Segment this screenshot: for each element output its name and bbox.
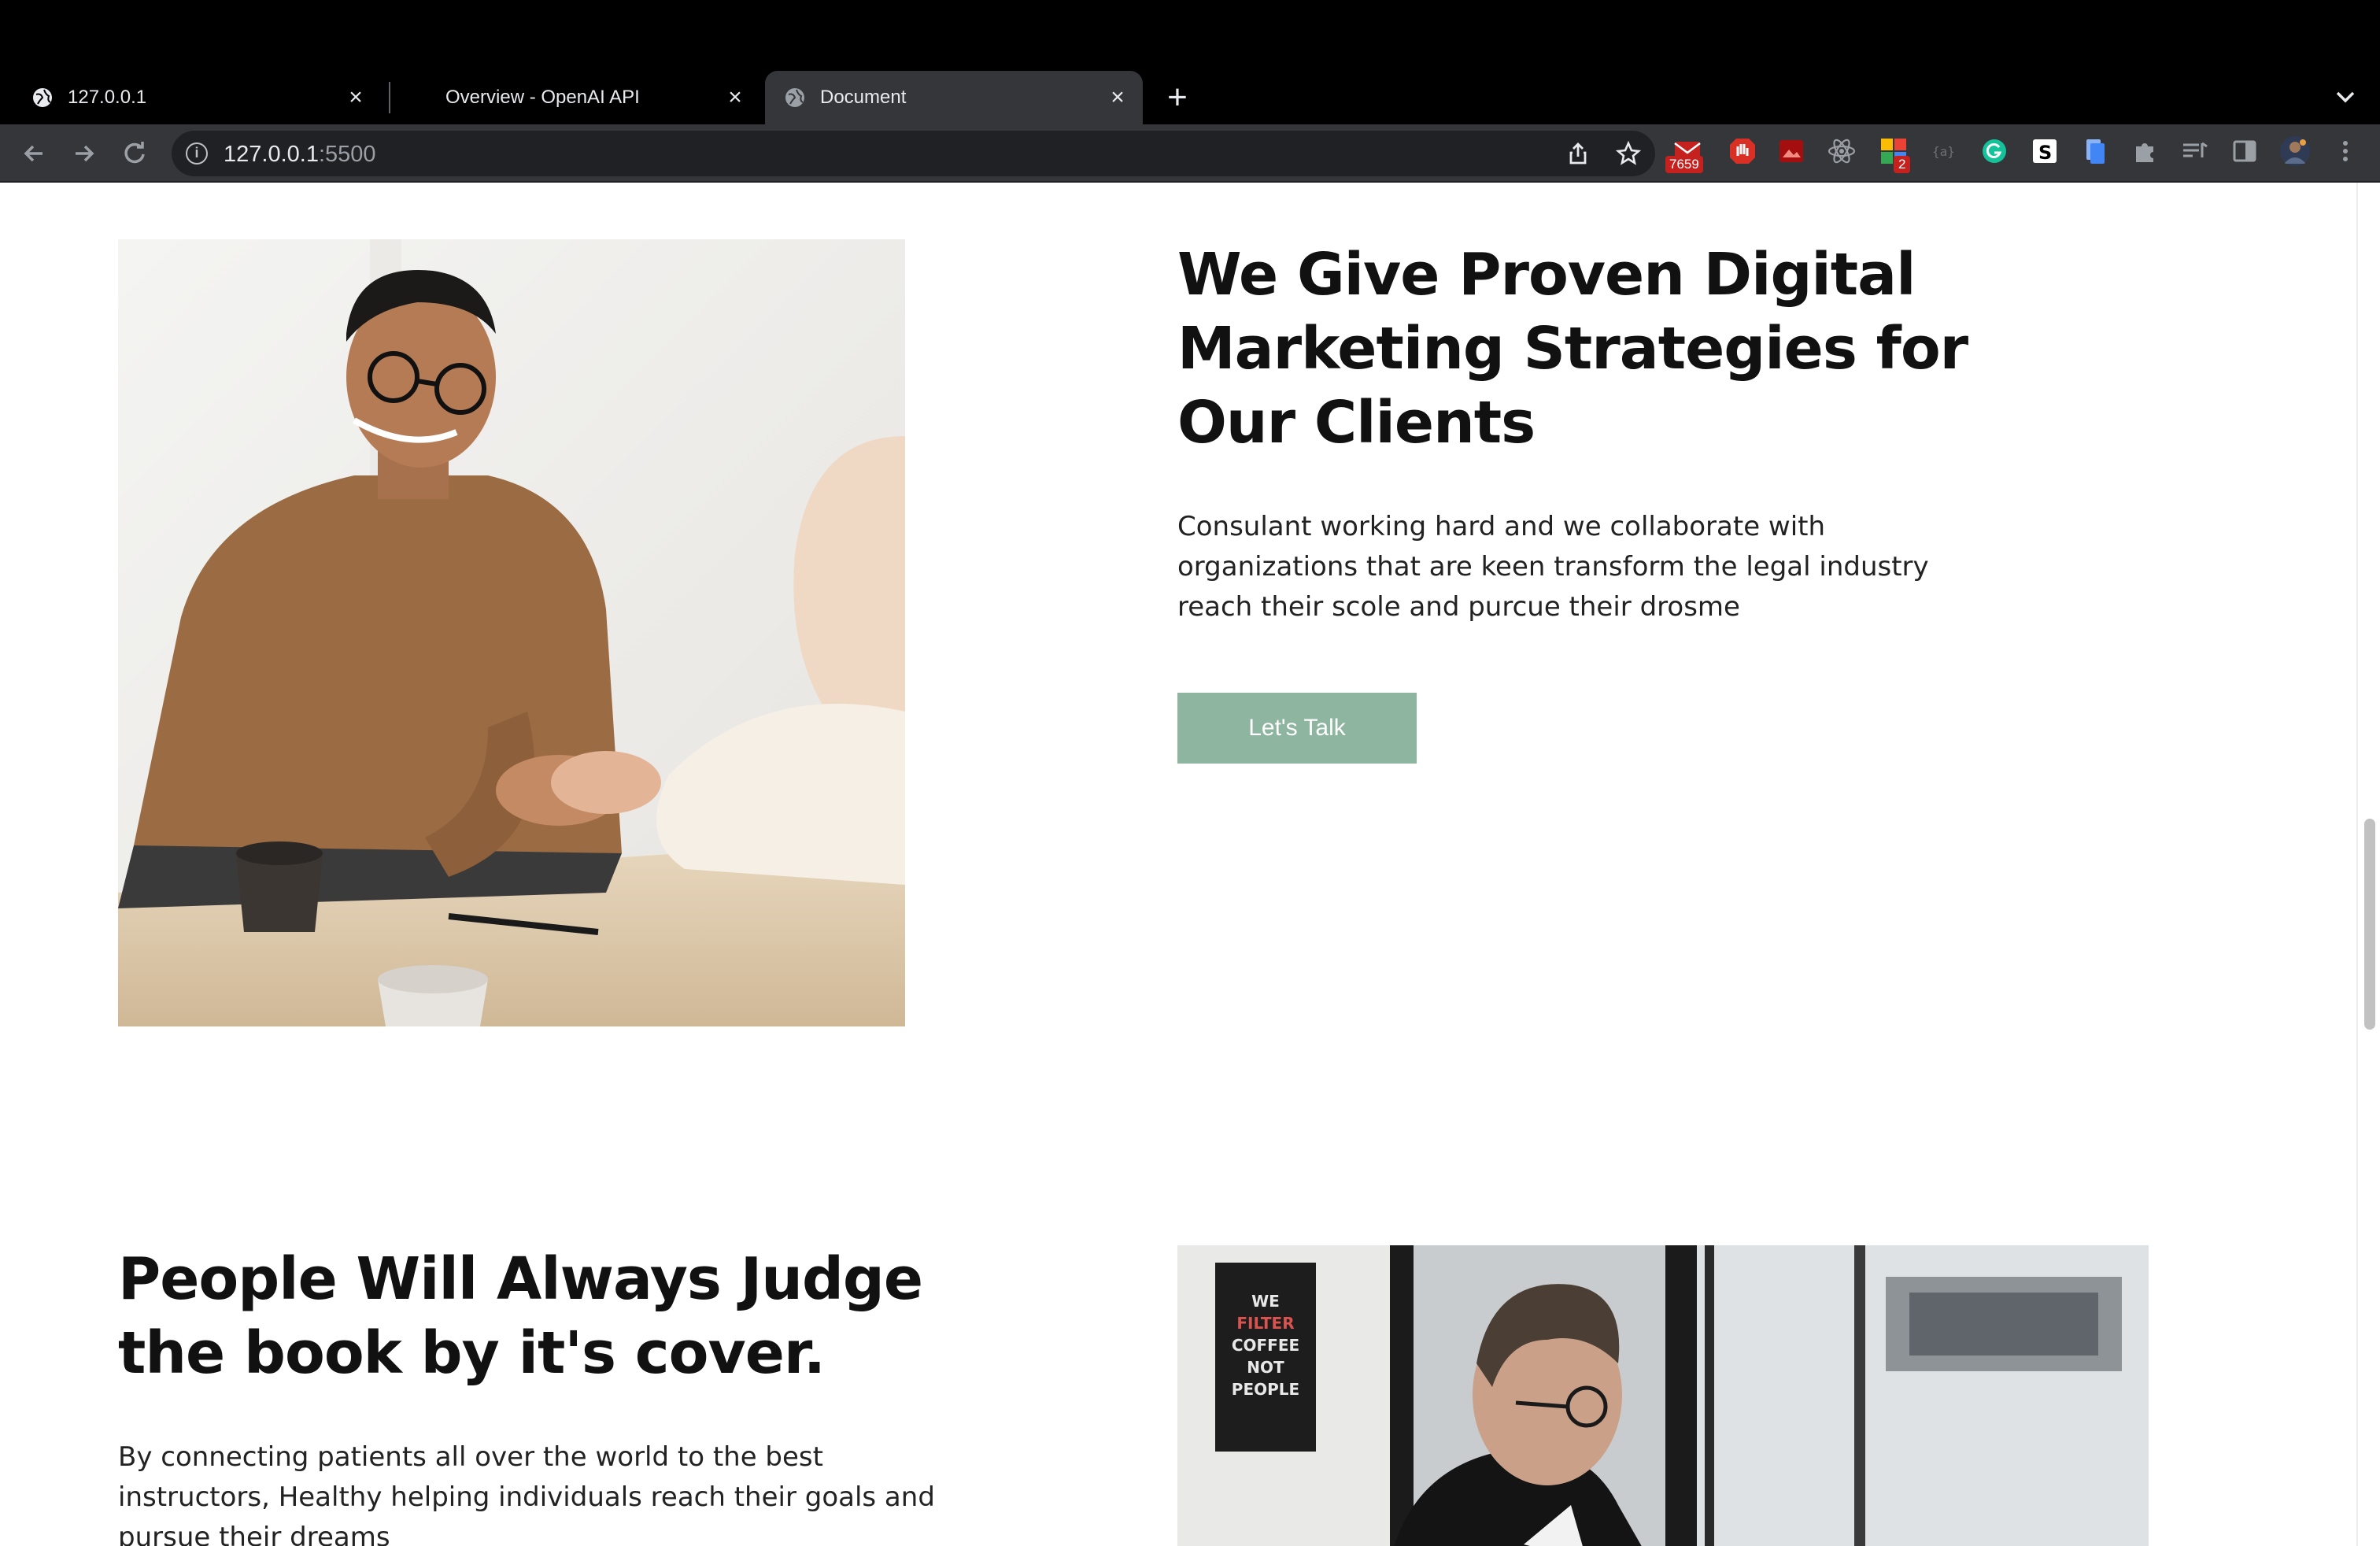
page-scrollbar[interactable]: [2356, 183, 2380, 1546]
tab-title: 127.0.0.1: [68, 87, 147, 108]
paragraph-line: organizations that are keen transform th…: [1177, 551, 1929, 583]
poster-text-line: NOT: [1247, 1358, 1284, 1377]
globe-icon: [784, 87, 806, 109]
profile-avatar[interactable]: [2279, 135, 2311, 167]
back-button[interactable]: [17, 137, 50, 170]
reading-list-icon[interactable]: [2179, 135, 2210, 167]
tab-title: Overview - OpenAI API: [445, 87, 640, 108]
heading-line: People Will Always Judge: [118, 1245, 923, 1313]
globe-icon: [31, 87, 54, 109]
url-port: :5500: [318, 142, 376, 167]
heading-line: the book by it's cover.: [118, 1319, 826, 1387]
poster-text-line: COFFEE: [1232, 1336, 1299, 1355]
handshake-photo: [118, 239, 905, 1026]
close-tab-icon[interactable]: ×: [1107, 86, 1129, 109]
json-viewer-icon[interactable]: {a}: [1928, 135, 1960, 167]
side-panel-icon[interactable]: [2229, 135, 2260, 167]
new-tab-button[interactable]: +: [1162, 80, 1193, 115]
tab-title: Document: [820, 87, 907, 108]
extension-badge: 2: [1894, 156, 1911, 173]
tab-openai-overview[interactable]: Overview - OpenAI API ×: [390, 71, 760, 124]
share-icon[interactable]: [1565, 140, 1591, 167]
scrollbar-thumb[interactable]: [2364, 819, 2375, 1030]
poster-text-line: FILTER: [1236, 1314, 1294, 1333]
address-bar[interactable]: i 127.0.0.1:5500: [172, 131, 1655, 176]
section2-heading: People Will Always Judge the book by it'…: [118, 1242, 984, 1390]
svg-text:S: S: [2038, 142, 2052, 164]
poster-text-line: WE: [1251, 1292, 1280, 1311]
lets-talk-button[interactable]: Let's Talk: [1177, 693, 1417, 764]
close-tab-icon[interactable]: ×: [724, 86, 746, 109]
svg-text:{a}: {a}: [1932, 144, 1955, 159]
more-menu-icon[interactable]: [2330, 135, 2361, 167]
s-extension-icon[interactable]: S: [2029, 135, 2060, 167]
gmail-badge: 7659: [1665, 156, 1703, 173]
paragraph-line: Consulant working hard and we collaborat…: [1177, 511, 1826, 542]
tab-document[interactable]: Document ×: [765, 71, 1143, 124]
grammarly-icon[interactable]: [1979, 135, 2010, 167]
paragraph-line: pursue their dreams: [118, 1522, 390, 1546]
paragraph-line: reach their scole and purcue their drosm…: [1177, 591, 1740, 623]
site-info-icon[interactable]: i: [186, 142, 208, 165]
browser-toolbar: i 127.0.0.1:5500: [0, 124, 2380, 183]
reload-icon: [124, 142, 145, 164]
paragraph-line: By connecting patients all over the worl…: [118, 1441, 823, 1473]
react-devtools-icon[interactable]: [1826, 135, 1857, 167]
heading-line: Marketing Strategies for: [1177, 315, 1968, 383]
image-extension-icon[interactable]: [1776, 135, 1807, 167]
tab-search-chevron-icon[interactable]: [2330, 83, 2361, 112]
heading-line: We Give Proven Digital: [1177, 241, 1916, 309]
url-text: 127.0.0.1:5500: [224, 142, 376, 168]
section1-heading: We Give Proven Digital Marketing Strateg…: [1177, 238, 2043, 460]
docs-extension-icon[interactable]: [2079, 135, 2111, 167]
puzzle-extensions-icon[interactable]: [2130, 135, 2161, 167]
page-viewport: We Give Proven Digital Marketing Strateg…: [0, 183, 2356, 1546]
url-host: 127.0.0.1: [224, 142, 319, 167]
poster-text-line: PEOPLE: [1232, 1380, 1299, 1399]
adblock-extension-icon[interactable]: [1727, 135, 1758, 167]
browser-tabstrip: 127.0.0.1 × Overview - OpenAI API × Docu…: [0, 0, 2380, 124]
heading-line: Our Clients: [1177, 389, 1536, 457]
tab-localhost[interactable]: 127.0.0.1 ×: [19, 71, 381, 124]
back-arrow-icon: [24, 145, 42, 162]
paragraph-line: instructors, Healthy helping individuals…: [118, 1481, 935, 1513]
forward-arrow-icon: [76, 145, 94, 162]
bookmark-star-icon[interactable]: [1615, 140, 1642, 167]
section1-paragraph: Consulant working hard and we collaborat…: [1177, 507, 1964, 627]
reload-button[interactable]: [118, 137, 151, 170]
close-tab-icon[interactable]: ×: [345, 86, 367, 109]
man-working-photo: WE FILTER COFFEE NOT PEOPLE: [1177, 1245, 2149, 1546]
section2-paragraph: By connecting patients all over the worl…: [118, 1437, 1062, 1546]
forward-button[interactable]: [68, 137, 101, 170]
